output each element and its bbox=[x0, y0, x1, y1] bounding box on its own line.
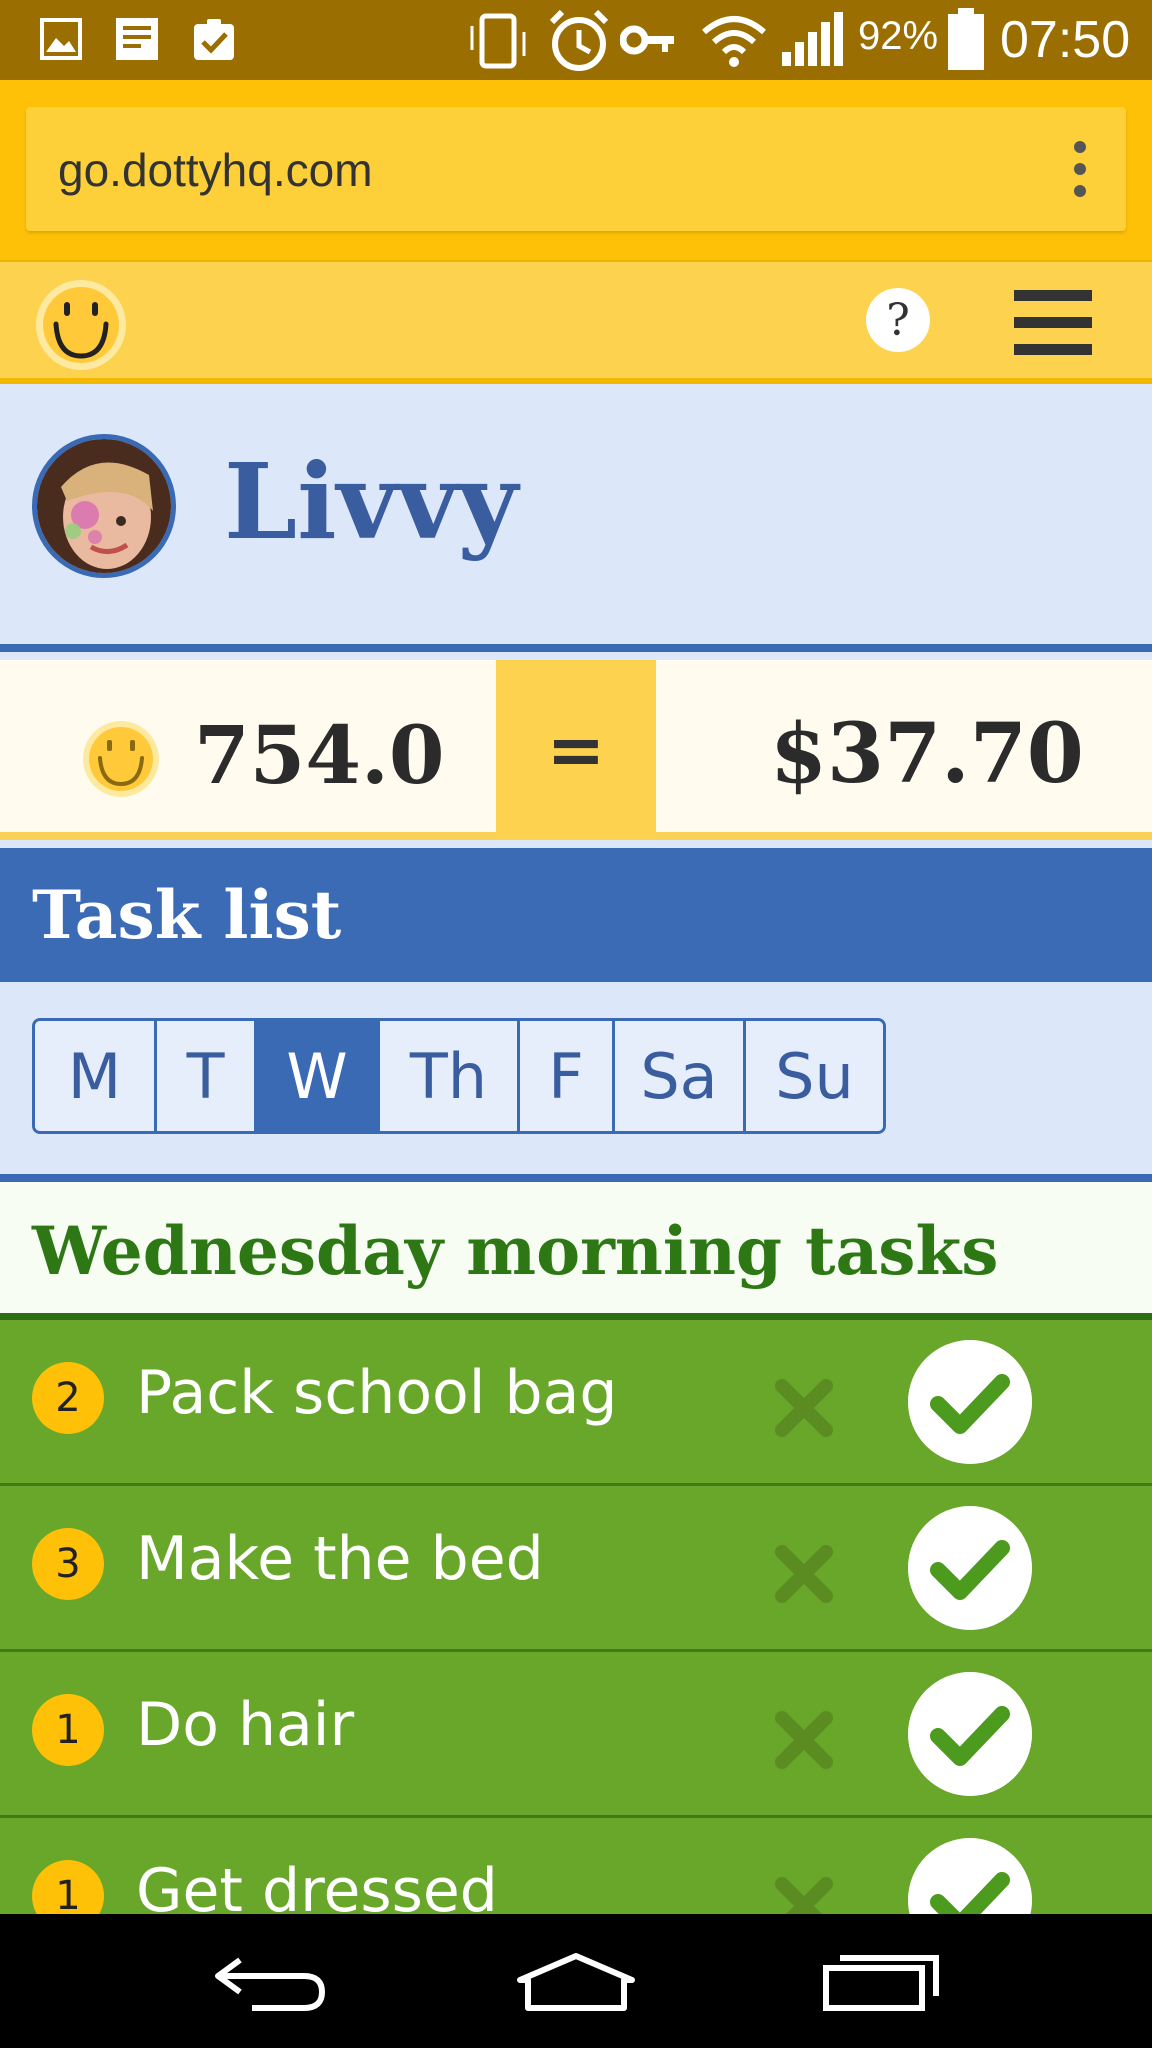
equals-sign: = bbox=[496, 660, 656, 840]
money-balance: $37.70 bbox=[656, 660, 1152, 840]
key-icon bbox=[620, 25, 674, 55]
task-label: Get dressed bbox=[136, 1856, 498, 1914]
browser-toolbar: go.dottyhq.com bbox=[0, 80, 1152, 260]
smiley-logo-icon[interactable] bbox=[34, 278, 128, 372]
task-points-badge: 2 bbox=[32, 1362, 104, 1434]
section-title: Wednesday morning tasks bbox=[32, 1212, 999, 1290]
task-row: 1 Get dressed bbox=[0, 1818, 1152, 1914]
signal-icon bbox=[782, 12, 843, 66]
avatar[interactable] bbox=[32, 434, 176, 578]
day-tab-saturday[interactable]: Sa bbox=[615, 1021, 746, 1131]
home-icon[interactable] bbox=[514, 1950, 638, 2014]
complete-task-button[interactable] bbox=[908, 1506, 1032, 1630]
battery-icon bbox=[948, 8, 984, 70]
back-icon[interactable] bbox=[212, 1950, 328, 2014]
status-bar: 92% 07:50 bbox=[0, 0, 1152, 80]
money-value: $37.70 bbox=[770, 706, 1084, 802]
avatar-photo bbox=[37, 439, 171, 573]
gallery-icon bbox=[40, 18, 82, 60]
section-header: Wednesday morning tasks bbox=[0, 1182, 1152, 1320]
tasklist-header: Task list bbox=[0, 848, 1152, 982]
task-points-badge: 3 bbox=[32, 1528, 104, 1600]
skip-task-icon[interactable] bbox=[772, 1708, 836, 1772]
smiley-points-icon bbox=[83, 721, 159, 797]
tasklist-title: Task list bbox=[32, 876, 342, 954]
vibrate-icon bbox=[470, 13, 526, 69]
day-selector-area: M T W Th F Sa Su bbox=[0, 982, 1152, 1182]
wifi-icon bbox=[702, 16, 766, 67]
task-points-badge: 1 bbox=[32, 1860, 104, 1914]
skip-task-icon[interactable] bbox=[772, 1542, 836, 1606]
points-summary: 754.0 = $37.70 bbox=[0, 652, 1152, 848]
address-bar[interactable]: go.dottyhq.com bbox=[26, 107, 1126, 231]
browser-overflow-menu-icon[interactable] bbox=[1070, 139, 1090, 199]
notes-icon bbox=[116, 18, 158, 60]
hamburger-menu-icon[interactable] bbox=[1014, 288, 1092, 356]
day-tab-tuesday[interactable]: T bbox=[157, 1021, 257, 1131]
day-selector: M T W Th F Sa Su bbox=[32, 1018, 886, 1134]
skip-task-icon[interactable] bbox=[772, 1874, 836, 1914]
task-label: Do hair bbox=[136, 1690, 355, 1760]
skip-task-icon[interactable] bbox=[772, 1376, 836, 1440]
profile-section: Livvy bbox=[0, 384, 1152, 652]
help-button[interactable]: ? bbox=[866, 288, 930, 352]
task-row: 3 Make the bed bbox=[0, 1486, 1152, 1652]
battery-percent: 92% bbox=[858, 14, 939, 58]
task-row: 1 Do hair bbox=[0, 1652, 1152, 1818]
complete-task-button[interactable] bbox=[908, 1838, 1032, 1914]
android-nav-bar bbox=[0, 1914, 1152, 2048]
day-tab-monday[interactable]: M bbox=[35, 1021, 157, 1131]
task-row: 2 Pack school bag bbox=[0, 1320, 1152, 1486]
points-balance: 754.0 bbox=[0, 660, 496, 840]
day-tab-friday[interactable]: F bbox=[520, 1021, 615, 1131]
task-points-badge: 1 bbox=[32, 1694, 104, 1766]
day-tab-sunday[interactable]: Su bbox=[746, 1021, 883, 1131]
complete-task-button[interactable] bbox=[908, 1672, 1032, 1796]
task-label: Pack school bag bbox=[136, 1358, 618, 1428]
points-value: 754.0 bbox=[194, 708, 445, 802]
url-text[interactable]: go.dottyhq.com bbox=[58, 143, 373, 197]
task-label: Make the bed bbox=[136, 1524, 544, 1594]
app-header: ? bbox=[0, 260, 1152, 384]
recent-apps-icon[interactable] bbox=[822, 1952, 940, 2012]
status-time: 07:50 bbox=[1000, 11, 1131, 69]
complete-task-button[interactable] bbox=[908, 1340, 1032, 1464]
day-tab-wednesday[interactable]: W bbox=[257, 1021, 380, 1131]
task-list: 2 Pack school bag 3 Make the bed 1 Do ha… bbox=[0, 1320, 1152, 1914]
clipboard-icon bbox=[194, 19, 234, 60]
profile-name: Livvy bbox=[224, 440, 518, 563]
alarm-icon bbox=[549, 9, 609, 71]
day-tab-thursday[interactable]: Th bbox=[380, 1021, 520, 1131]
